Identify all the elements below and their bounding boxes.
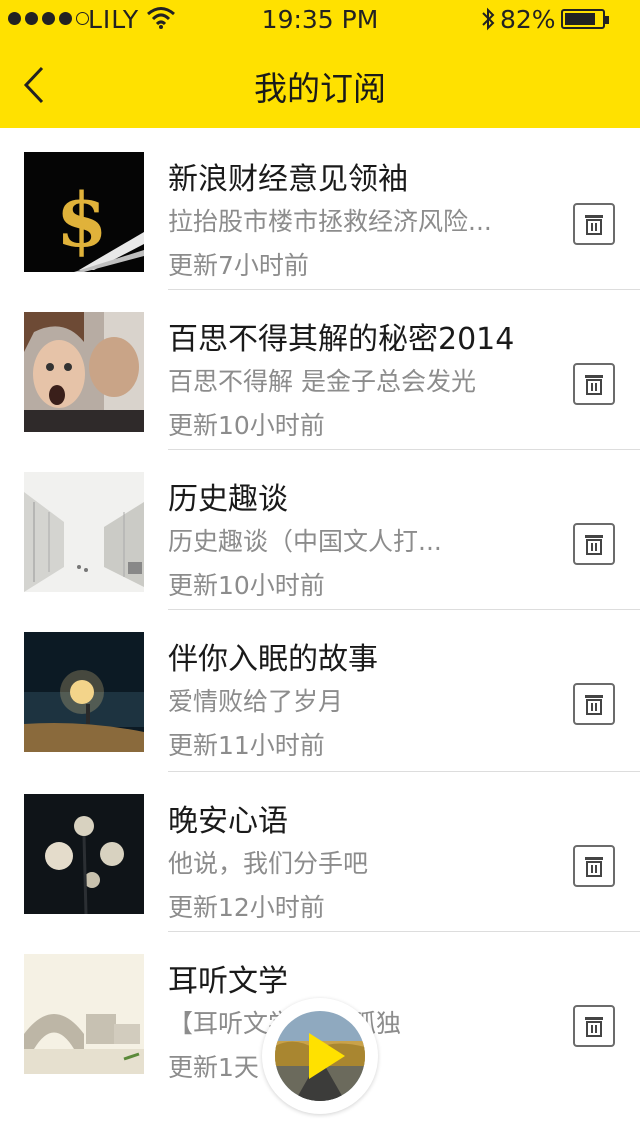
bluetooth-icon: [480, 6, 496, 38]
list-item[interactable]: 历史趣谈 历史趣谈（中国文人打... 更新10小时前: [0, 450, 640, 610]
item-title: 历史趣谈: [168, 482, 288, 517]
item-updated-time: 更新7小时前: [168, 251, 309, 280]
item-description: 拉抬股市楼市拯救经济风险...: [168, 207, 492, 236]
dollar-sign-thumbnail: $: [24, 152, 144, 272]
status-bar: LILY 19:35 PM 82%: [0, 0, 640, 40]
list-item[interactable]: 晚安心语 他说，我们分手吧 更新12小时前: [0, 772, 640, 932]
subscription-list: $ 新浪财经意见领袖 拉抬股市楼市拯救经济风险... 更新7小时前 百思不得其解…: [0, 130, 640, 1092]
old-street-sketch-thumbnail: [24, 472, 144, 592]
svg-text:$: $: [56, 178, 108, 264]
delete-button[interactable]: [573, 683, 615, 725]
delete-button[interactable]: [573, 203, 615, 245]
trash-icon: [585, 375, 603, 395]
item-description: 百思不得解 是金子总会发光: [168, 367, 476, 396]
item-updated-time: 更新1天: [168, 1053, 259, 1082]
item-updated-time: 更新11小时前: [168, 731, 325, 760]
now-playing-button[interactable]: [262, 998, 378, 1114]
list-item[interactable]: 伴你入眠的故事 爱情败给了岁月 更新11小时前: [0, 610, 640, 772]
battery-percent: 82%: [500, 5, 556, 34]
delete-button[interactable]: [573, 363, 615, 405]
whisper-couple-thumbnail: [24, 312, 144, 432]
trash-icon: [585, 535, 603, 555]
item-title: 新浪财经意见领袖: [168, 162, 408, 197]
item-description: 历史趣谈（中国文人打...: [168, 527, 442, 556]
item-updated-time: 更新12小时前: [168, 893, 325, 922]
item-title: 晚安心语: [168, 804, 288, 839]
battery-icon: [561, 9, 609, 29]
lantern-night-sea-thumbnail: [24, 632, 144, 752]
trash-icon: [585, 857, 603, 877]
trash-icon: [585, 695, 603, 715]
page-title: 我的订阅: [254, 69, 386, 108]
item-title: 耳听文学: [168, 964, 288, 999]
delete-button[interactable]: [573, 523, 615, 565]
delete-button[interactable]: [573, 1005, 615, 1047]
delete-button[interactable]: [573, 845, 615, 887]
trash-icon: [585, 1017, 603, 1037]
night-lamps-thumbnail: [24, 794, 144, 914]
item-title: 伴你入眠的故事: [168, 642, 378, 677]
nav-bar: 我的订阅: [0, 40, 640, 128]
item-updated-time: 更新10小时前: [168, 571, 325, 600]
list-item[interactable]: $ 新浪财经意见领袖 拉抬股市楼市拯救经济风险... 更新7小时前: [0, 130, 640, 290]
item-description: 他说，我们分手吧: [168, 849, 369, 878]
item-title: 百思不得其解的秘密2014: [168, 322, 515, 357]
list-item[interactable]: 百思不得其解的秘密2014 百思不得解 是金子总会发光 更新10小时前: [0, 290, 640, 450]
item-updated-time: 更新10小时前: [168, 411, 325, 440]
top-bar: LILY 19:35 PM 82% 我的订阅: [0, 0, 640, 128]
stone-bridge-painting-thumbnail: [24, 954, 144, 1074]
trash-icon: [585, 215, 603, 235]
road-landscape-cover: [275, 1011, 365, 1101]
item-description: 爱情败给了岁月: [168, 687, 344, 716]
